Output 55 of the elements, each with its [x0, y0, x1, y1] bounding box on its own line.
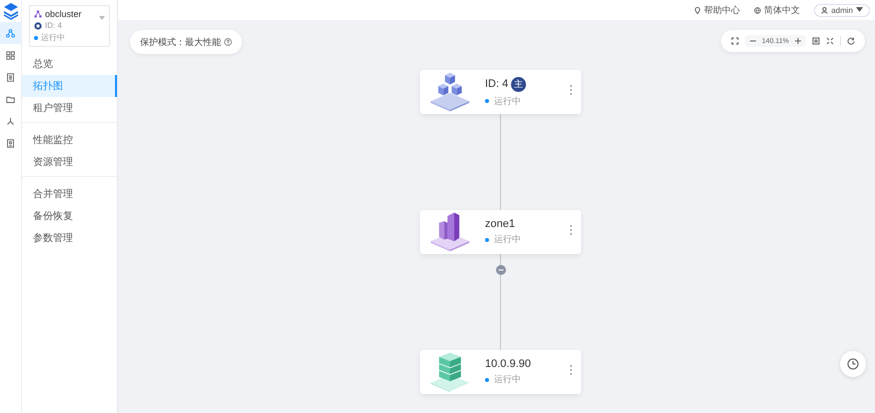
status-dot: [34, 36, 38, 40]
fit-view-icon[interactable]: [812, 37, 820, 45]
language-menu-link[interactable]: 简体中文: [754, 4, 800, 16]
node-card[interactable]: ID: 4 主 运行中: [420, 70, 581, 114]
more-icon[interactable]: [569, 84, 573, 96]
sidebar-item[interactable]: 合并管理: [22, 183, 117, 205]
cluster-icon: [34, 10, 42, 18]
node-title: 10.0.9.90: [485, 358, 531, 370]
report-icon: [6, 138, 15, 148]
help-center-link[interactable]: 帮助中心: [694, 4, 740, 16]
buildings-drawing: [429, 211, 471, 253]
globe-icon: [754, 6, 762, 14]
node-status: 运行中: [494, 233, 521, 246]
status-dot: [485, 238, 489, 242]
sidebar-item[interactable]: 租户管理: [22, 97, 117, 119]
node-title: zone1: [485, 218, 515, 230]
cluster-status: 运行中: [41, 32, 65, 43]
protection-mode-label: 保护模式：最大性能: [140, 36, 221, 48]
tree-icon: [6, 116, 15, 126]
caret-icon: [856, 6, 863, 12]
sidebar-item[interactable]: 性能监控: [22, 129, 117, 151]
cluster-card[interactable]: obcluster ID: 4 运行中: [29, 5, 110, 47]
fullscreen-icon[interactable]: [730, 37, 739, 45]
logo-icon: [2, 2, 20, 20]
grid-icon: [6, 50, 15, 60]
clock-icon: [847, 358, 859, 370]
history-button[interactable]: [840, 351, 866, 377]
zoom-in-icon[interactable]: [794, 37, 802, 45]
sidebar-item[interactable]: 总览: [22, 53, 117, 75]
more-icon[interactable]: [569, 364, 573, 376]
network-icon: [6, 28, 15, 38]
cubes-drawing: [429, 71, 471, 113]
sidebar-item[interactable]: 备份恢复: [22, 205, 117, 227]
sidebar-item[interactable]: 资源管理: [22, 151, 117, 173]
node-title: ID: 4: [485, 78, 508, 90]
refresh-icon[interactable]: [847, 37, 855, 45]
sidebar-item[interactable]: 参数管理: [22, 227, 117, 249]
collapse-icon[interactable]: [496, 265, 506, 275]
node-card[interactable]: zone1 运行中: [420, 210, 581, 254]
folder-icon: [6, 94, 15, 104]
server-drawing: [429, 351, 471, 393]
document-icon: [6, 72, 15, 82]
more-icon[interactable]: [569, 224, 573, 236]
primary-badge: 主: [511, 76, 526, 92]
status-dot: [485, 378, 489, 382]
node-status: 运行中: [494, 373, 521, 386]
cluster-name: obcluster: [45, 9, 82, 20]
node-card[interactable]: 10.0.9.90 运行中: [420, 350, 581, 394]
status-dot: [485, 99, 489, 103]
cluster-id: ID: 4: [45, 21, 62, 30]
user-menu-button[interactable]: admin: [814, 4, 870, 16]
user-icon: [821, 6, 828, 14]
location-pin-icon: [694, 6, 702, 14]
help-icon: [224, 38, 232, 46]
node-status: 运行中: [494, 94, 521, 108]
